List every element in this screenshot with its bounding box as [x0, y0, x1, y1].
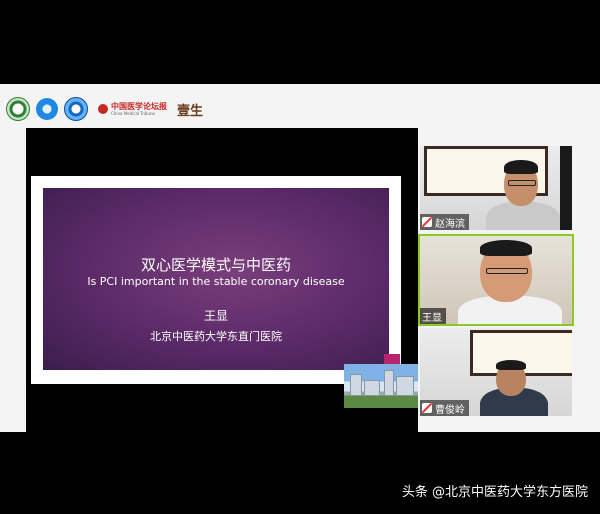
- mic-muted-icon: [422, 217, 432, 227]
- brand-logo: 壹生: [177, 103, 204, 119]
- cmt-globe-icon: [98, 104, 108, 114]
- participant-video: [476, 360, 556, 416]
- participant-video: [478, 160, 568, 230]
- sponsor-cross-icon: [64, 97, 88, 121]
- participant-tile[interactable]: 赵海滨: [420, 146, 572, 230]
- participant-name: 王显: [422, 312, 442, 324]
- presentation-slide: 双心医学模式与中医药 Is PCI important in the stabl…: [31, 176, 418, 408]
- hospital-photo: [344, 364, 418, 408]
- participant-name: 赵海滨: [435, 218, 465, 230]
- cmt-logo: 中国医学论坛报 China Medical Tribune: [98, 102, 167, 116]
- slide-affiliation: 北京中医药大学东直门医院: [150, 330, 282, 343]
- participant-name-tag: 曹俊岭: [420, 400, 469, 416]
- cmt-logo-text: 中国医学论坛报: [111, 101, 167, 111]
- building-shape: [384, 370, 394, 396]
- participant-name-tag: 赵海滨: [420, 214, 469, 230]
- slide-author: 王显: [203, 309, 228, 323]
- mic-muted-icon: [422, 403, 432, 413]
- participant-name-tag: 王显: [420, 308, 446, 324]
- cmt-logo-subtext: China Medical Tribune: [111, 111, 155, 116]
- association-emblem-icon: [36, 98, 58, 120]
- participant-tile-active[interactable]: 王显: [418, 234, 574, 326]
- hospital-seal-icon: [6, 97, 30, 121]
- tile-edge: [560, 146, 572, 230]
- participant-video: [456, 240, 566, 324]
- participant-name: 曹俊岭: [435, 404, 465, 416]
- building-shape: [364, 380, 380, 396]
- slide-subtitle: Is PCI important in the stable coronary …: [87, 275, 345, 288]
- building-shape: [396, 376, 414, 396]
- slide-title: 双心医学模式与中医药: [140, 256, 291, 274]
- building-shape: [350, 374, 362, 396]
- sponsor-logos: 中国医学论坛报 China Medical Tribune 壹生: [6, 96, 203, 122]
- slide-accent-bar: [384, 354, 400, 364]
- source-watermark: 头条 @北京中医药大学东方医院: [401, 485, 588, 500]
- participant-tile[interactable]: 曹俊岭: [420, 328, 572, 416]
